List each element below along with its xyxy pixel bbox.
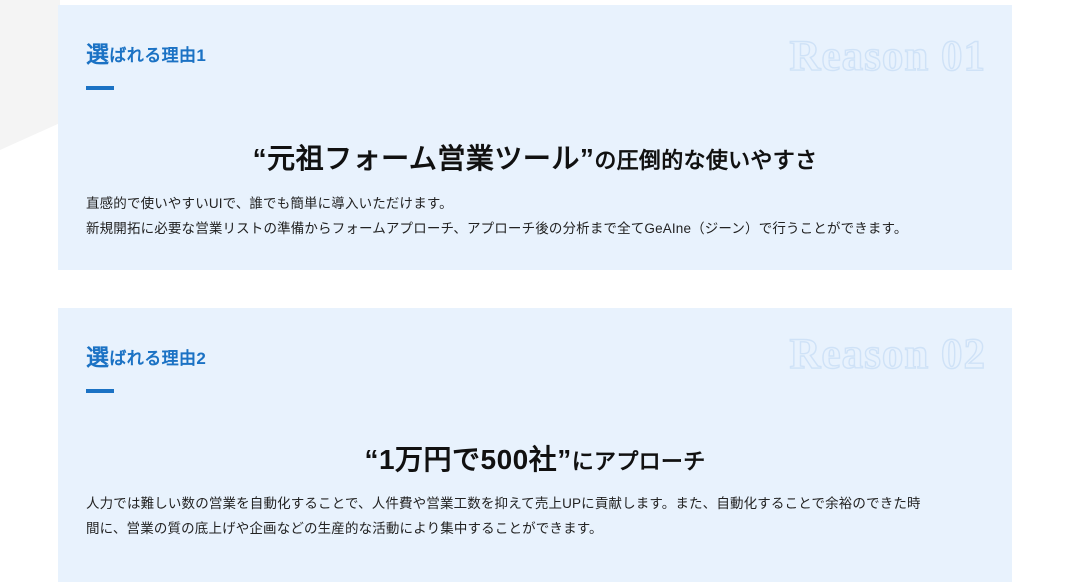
reason-1-headline-tail: の圧倒的な使いやすさ: [594, 147, 818, 173]
reason-1-headline: “元祖フォーム営業ツール”の圧倒的な使いやすさ: [58, 137, 1012, 177]
reason-1-eyebrow: 選ばれる理由1: [86, 43, 206, 66]
reason-2-headline-quoted: “1万円で500社”: [364, 443, 572, 475]
reason-2-eyebrow-group: 選ばれる理由2: [86, 346, 206, 393]
reason-2-headline-tail: にアプローチ: [571, 448, 706, 474]
reason-1-body-line-2: 新規開拓に必要な営業リストの準備からフォームアプローチ、アプローチ後の分析まで全…: [86, 221, 908, 236]
reason-2-body-line-1: 人力では難しい数の営業を自動化することで、人件費や営業工数を抑えて売上UPに貢献…: [86, 496, 921, 511]
reason-1-eyebrow-rule: [86, 86, 114, 90]
reasons-section: 選ばれる理由1 Reason 01 “元祖フォーム営業ツール”の圧倒的な使いやす…: [0, 0, 1069, 582]
reason-1-headline-quoted: “元祖フォーム営業ツール”: [252, 142, 595, 174]
reason-1-eyebrow-rest: ばれる理由1: [109, 46, 207, 65]
reason-2-eyebrow-rest: ばれる理由2: [109, 349, 207, 368]
reason-1-eyebrow-lead: 選: [86, 41, 110, 67]
reason-1-body-line-1: 直感的で使いやすいUIで、誰でも簡単に導入いただけます。: [86, 196, 453, 211]
reason-2-eyebrow-rule: [86, 389, 114, 393]
reason-card-1-inner: 選ばれる理由1 Reason 01 “元祖フォーム営業ツール”の圧倒的な使いやす…: [58, 5, 1012, 270]
reason-card-2-inner: 選ばれる理由2 Reason 02 “1万円で500社”にアプローチ 人力では難…: [58, 308, 1012, 582]
reason-card-1: 選ばれる理由1 Reason 01 “元祖フォーム営業ツール”の圧倒的な使いやす…: [58, 5, 1012, 270]
reason-2-body-line-2: 間に、営業の質の底上げや企画などの生産的な活動により集中することができます。: [86, 521, 603, 536]
reason-2-number-watermark: Reason 02: [789, 331, 986, 378]
reason-card-2: 選ばれる理由2 Reason 02 “1万円で500社”にアプローチ 人力では難…: [58, 308, 1012, 582]
reason-1-body: 直感的で使いやすいUIで、誰でも簡単に導入いただけます。 新規開拓に必要な営業リ…: [86, 191, 984, 241]
reason-2-eyebrow: 選ばれる理由2: [86, 346, 206, 369]
reason-1-number-watermark: Reason 01: [789, 33, 986, 80]
reason-2-body: 人力では難しい数の営業を自動化することで、人件費や営業工数を抑えて売上UPに貢献…: [86, 491, 984, 541]
reason-1-eyebrow-group: 選ばれる理由1: [86, 43, 206, 90]
reason-2-headline: “1万円で500社”にアプローチ: [58, 438, 1012, 478]
reason-2-eyebrow-lead: 選: [86, 344, 110, 370]
